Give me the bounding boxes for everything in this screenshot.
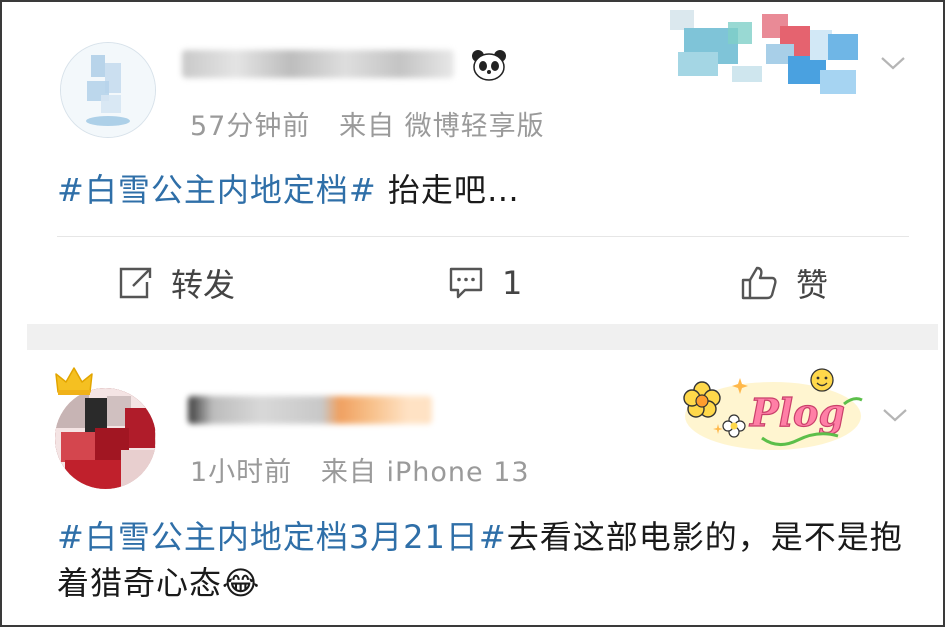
repost-button[interactable]: 转发 [117,260,235,306]
avatar[interactable] [55,388,156,489]
post-text: #白雪公主内地定档3月21日#去看这部电影的，是不是抱着猎奇心态😂 [57,514,917,606]
username-blurred[interactable] [182,50,454,78]
feed-divider [27,324,938,350]
screenshot-frame: 57分钟前 来自 微博轻享版 #白雪公主内地定档# 抬走吧… 转发 1 赞 1小… [0,0,945,627]
chevron-down-icon[interactable] [880,56,906,70]
like-label: 赞 [796,266,829,304]
comment-count: 1 [502,264,523,302]
topic-link[interactable]: #白雪公主内地定档# [57,171,377,209]
weibo-post: 57分钟前 来自 微博轻享版 #白雪公主内地定档# 抬走吧… 转发 1 赞 [2,2,943,324]
decoration-badge-blurred [670,10,858,94]
plog-sticker: Plog [678,360,868,456]
separator [57,236,909,237]
comment-button[interactable]: 1 [448,260,522,306]
laughing-crying-emoji: 😂 [222,564,261,602]
post-meta: 57分钟前 来自 微博轻享版 [190,111,545,142]
post-content: 抬走吧… [376,171,520,209]
topic-link[interactable]: #白雪公主内地定档3月21日# [57,518,507,556]
panda-icon [472,50,506,81]
comment-icon [449,267,483,299]
avatar[interactable] [60,42,156,138]
post-meta: 1小时前 来自 iPhone 13 [190,457,530,488]
weibo-post: 1小时前 来自 iPhone 13 Plog #白雪公主内地定档3月21日#去看… [2,350,943,625]
plog-text: Plog [749,390,845,435]
repost-label: 转发 [171,266,236,304]
username-blurred[interactable] [188,396,432,424]
thumbs-up-icon [741,266,777,300]
crown-icon [55,367,93,395]
post-text: #白雪公主内地定档# 抬走吧… [57,167,520,213]
chevron-down-icon[interactable] [882,408,908,422]
repost-icon [119,267,152,299]
like-button[interactable]: 赞 [740,260,828,306]
